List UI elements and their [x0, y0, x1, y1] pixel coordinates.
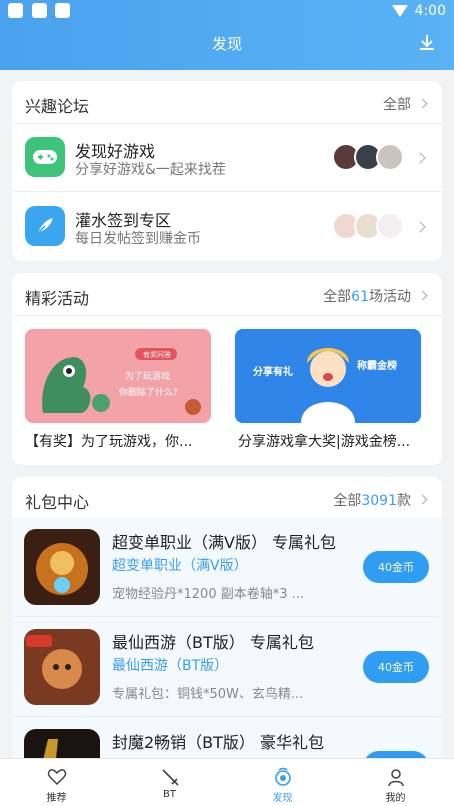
gift-description: 专属礼包：铜钱*50W、玄鸟精...: [112, 687, 304, 702]
gift-item[interactable]: 最仙西游（BT版） 专属礼包 最仙西游（BT版） 专属礼包：铜钱*50W、玄鸟精…: [12, 617, 442, 717]
event-banner[interactable]: 分享有礼 称霸金榜: [235, 329, 421, 423]
status-time: 4:00: [414, 3, 446, 19]
tab-discover[interactable]: 发现: [226, 759, 339, 806]
tab-recommend[interactable]: 推荐: [0, 759, 113, 806]
forum-header[interactable]: 兴趣论坛 全部: [12, 81, 442, 124]
events-card: 精彩活动 全部61场活动 有奖问答 为了玩游戏 你删除了什么? 【有奖】为了玩游…: [12, 273, 442, 465]
event-banner-text: 为了玩游戏: [125, 372, 171, 382]
chevron-right-icon: [417, 98, 428, 109]
gift-name: 超变单职业（满V版） 专属礼包: [112, 533, 337, 552]
member-avatars: [332, 212, 406, 240]
sword-icon: [161, 769, 179, 786]
gift-game-name: 超变单职业（满V版）: [112, 558, 248, 574]
gifts-card: 礼包中心 全部3091款 超变单职业（满V版） 专属礼包 超变单职业（满V版） …: [12, 477, 442, 777]
gifts-title: 礼包中心: [25, 493, 90, 512]
gifts-header[interactable]: 礼包中心 全部3091款: [12, 477, 442, 520]
feather-icon: [25, 206, 65, 246]
gift-description: 宠物经验丹*1200 副本卷轴*3 ...: [112, 587, 305, 602]
tab-label: BT: [163, 789, 176, 800]
tab-label: 我的: [385, 793, 406, 804]
event-banner[interactable]: 有奖问答 为了玩游戏 你删除了什么?: [25, 329, 211, 423]
event-title[interactable]: 分享游戏拿大奖|游戏金榜...: [238, 431, 428, 451]
tab-label: 发现: [272, 793, 293, 804]
notification-icon: [32, 3, 47, 18]
tab-bt[interactable]: BT: [113, 759, 226, 806]
tab-mine[interactable]: 我的: [339, 759, 452, 806]
forum-more-link[interactable]: 全部: [383, 94, 428, 114]
event-banner-text: 分享有礼: [253, 367, 293, 378]
forum-item[interactable]: 发现好游戏 分享好游戏&一起来找茬: [12, 124, 442, 192]
notification-icon: [55, 3, 70, 18]
forum-item[interactable]: 灌水签到专区 每日发帖签到赚金币: [12, 193, 442, 261]
chevron-right-icon: [417, 494, 428, 505]
gift-game-name: 最仙西游（BT版）: [112, 658, 229, 674]
gifts-more-link[interactable]: 全部3091款: [333, 490, 428, 510]
claim-gift-button[interactable]: 40金币: [363, 551, 429, 583]
forum-item-subtitle: 分享好游戏&一起来找茬: [75, 162, 226, 178]
gift-name: 封魔2畅销（BT版） 豪华礼包: [112, 733, 325, 752]
heart-icon: [47, 769, 66, 786]
event-banner-tag: 有奖问答: [143, 351, 171, 359]
event-title[interactable]: 【有奖】为了玩游戏，你...: [25, 431, 215, 451]
events-header[interactable]: 精彩活动 全部61场活动: [12, 273, 442, 316]
forum-card: 兴趣论坛 全部 发现好游戏 分享好游戏&一起来找茬 灌水签到专区 每日发帖签到赚…: [12, 81, 442, 261]
chevron-right-icon: [417, 290, 428, 301]
status-bar: 4:00: [0, 0, 454, 24]
events-more-link[interactable]: 全部61场活动: [323, 286, 428, 306]
claim-gift-button[interactable]: 40金币: [363, 651, 429, 683]
avatar: [376, 212, 404, 240]
tab-label: 推荐: [46, 793, 67, 804]
wifi-icon: [392, 5, 408, 17]
chevron-right-icon: [414, 152, 426, 164]
event-banner-text: 你删除了什么?: [119, 388, 178, 398]
gift-name: 最仙西游（BT版） 专属礼包: [112, 633, 314, 652]
download-icon[interactable]: [416, 32, 438, 54]
user-icon: [387, 769, 404, 787]
briefcase-icon: [8, 3, 23, 18]
events-title: 精彩活动: [25, 289, 90, 308]
avatar: [376, 143, 404, 171]
member-avatars: [332, 143, 406, 171]
game-icon: [24, 529, 100, 605]
forum-title: 兴趣论坛: [25, 97, 90, 116]
chevron-right-icon: [414, 221, 426, 233]
page-title: 发现: [211, 35, 242, 53]
top-bar: 4:00 发现: [0, 0, 454, 70]
discover-icon: [274, 767, 291, 786]
forum-item-subtitle: 每日发帖签到赚金币: [75, 231, 201, 247]
game-icon: [24, 629, 100, 705]
bottom-tab-bar: 推荐 BT 发现 我的: [0, 758, 454, 806]
gift-item[interactable]: 超变单职业（满V版） 专属礼包 超变单职业（满V版） 宠物经验丹*1200 副本…: [12, 517, 442, 617]
gamepad-icon: [25, 137, 65, 177]
event-banner-text: 称霸金榜: [357, 361, 397, 372]
